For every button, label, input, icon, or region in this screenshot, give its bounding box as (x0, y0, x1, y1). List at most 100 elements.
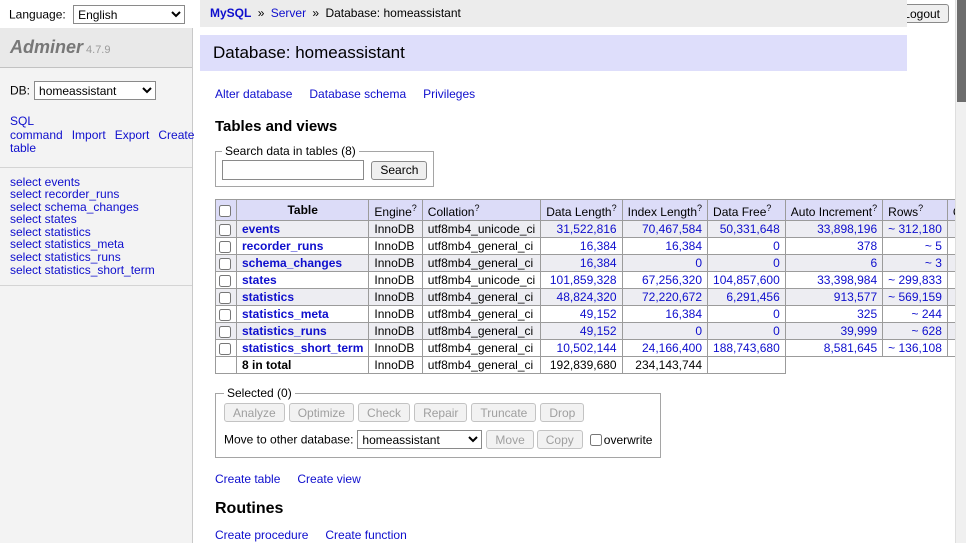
index-length-cell[interactable]: 70,467,584 (622, 221, 707, 238)
data-free-cell[interactable]: 6,291,456 (708, 289, 786, 306)
db-select[interactable]: homeassistant (34, 81, 156, 100)
help-link[interactable]: ? (612, 203, 617, 213)
repair-button[interactable]: Repair (414, 403, 467, 422)
db-action-alter-database[interactable]: Alter database (215, 87, 292, 101)
rows-estimate-cell[interactable]: ~ 312,180 (883, 221, 948, 238)
search-button[interactable]: Search (371, 161, 427, 180)
scrollbar[interactable] (955, 0, 966, 543)
row-checkbox-states[interactable] (219, 275, 231, 287)
auto-increment-cell[interactable]: 8,581,645 (785, 340, 882, 357)
data-length-cell[interactable]: 10,502,144 (541, 340, 622, 357)
index-length-cell[interactable]: 67,256,320 (622, 272, 707, 289)
data-free-cell[interactable]: 0 (708, 323, 786, 340)
index-length-cell[interactable]: 16,384 (622, 306, 707, 323)
drop-button[interactable]: Drop (540, 403, 584, 422)
table-link-statistics-meta[interactable]: statistics_meta (242, 307, 329, 321)
routine-create-function[interactable]: Create function (325, 528, 406, 542)
overwrite-checkbox[interactable] (590, 434, 602, 446)
routine-create-procedure[interactable]: Create procedure (215, 528, 308, 542)
auto-increment-cell[interactable]: 33,898,196 (785, 221, 882, 238)
column-header-rows[interactable]: Rows? (883, 200, 948, 221)
create-create-view[interactable]: Create view (297, 472, 360, 486)
analyze-button[interactable]: Analyze (224, 403, 285, 422)
truncate-button[interactable]: Truncate (471, 403, 536, 422)
row-checkbox-schema-changes[interactable] (219, 258, 231, 270)
optimize-button[interactable]: Optimize (289, 403, 354, 422)
sidebar-select-statistics-runs[interactable]: select statistics_runs (10, 251, 182, 264)
scrollbar-thumb[interactable] (957, 0, 966, 102)
row-checkbox-events[interactable] (219, 224, 231, 236)
index-length-cell[interactable]: 24,166,400 (622, 340, 707, 357)
data-free-cell[interactable]: 50,331,648 (708, 221, 786, 238)
index-length-cell[interactable]: 72,220,672 (622, 289, 707, 306)
auto-increment-cell[interactable]: 6 (785, 255, 882, 272)
auto-increment-cell[interactable]: 39,999 (785, 323, 882, 340)
row-checkbox-statistics-runs[interactable] (219, 326, 231, 338)
table-link-events[interactable]: events (242, 222, 280, 236)
auto-increment-cell[interactable]: 378 (785, 238, 882, 255)
index-length-cell[interactable]: 16,384 (622, 238, 707, 255)
row-checkbox-statistics-meta[interactable] (219, 309, 231, 321)
sidebar-link-sql-command[interactable]: SQL command (10, 114, 63, 142)
data-length-cell[interactable]: 16,384 (541, 255, 622, 272)
table-link-statistics-runs[interactable]: statistics_runs (242, 324, 327, 338)
table-link-states[interactable]: states (242, 273, 277, 287)
move-db-select[interactable]: homeassistant (357, 430, 482, 449)
rows-estimate-cell[interactable]: ~ 3 (883, 255, 948, 272)
row-checkbox-recorder-runs[interactable] (219, 241, 231, 253)
help-link[interactable]: ? (766, 203, 771, 213)
data-free-cell[interactable]: 0 (708, 306, 786, 323)
data-free-cell[interactable]: 0 (708, 238, 786, 255)
data-length-cell[interactable]: 101,859,328 (541, 272, 622, 289)
help-link[interactable]: ? (872, 203, 877, 213)
sidebar-select-statistics-short-term[interactable]: select statistics_short_term (10, 264, 182, 277)
column-header-data-free[interactable]: Data Free? (708, 200, 786, 221)
data-length-cell[interactable]: 49,152 (541, 306, 622, 323)
rows-estimate-cell[interactable]: ~ 569,159 (883, 289, 948, 306)
column-header-index-length[interactable]: Index Length? (622, 200, 707, 221)
sidebar-select-states[interactable]: select states (10, 213, 182, 226)
rows-estimate-cell[interactable]: ~ 299,833 (883, 272, 948, 289)
column-header-auto-increment[interactable]: Auto Increment? (785, 200, 882, 221)
help-link[interactable]: ? (697, 203, 702, 213)
auto-increment-cell[interactable]: 325 (785, 306, 882, 323)
table-link-statistics[interactable]: statistics (242, 290, 294, 304)
data-length-cell[interactable]: 16,384 (541, 238, 622, 255)
table-link-schema-changes[interactable]: schema_changes (242, 256, 342, 270)
db-action-privileges[interactable]: Privileges (423, 87, 475, 101)
brand-name[interactable]: Adminer (10, 37, 83, 57)
rows-estimate-cell[interactable]: ~ 244 (883, 306, 948, 323)
rows-estimate-cell[interactable]: ~ 5 (883, 238, 948, 255)
data-length-cell[interactable]: 31,522,816 (541, 221, 622, 238)
select-all-checkbox[interactable] (219, 205, 231, 217)
breadcrumb-server[interactable]: Server (271, 6, 306, 20)
create-create-table[interactable]: Create table (215, 472, 280, 486)
help-link[interactable]: ? (474, 203, 479, 213)
data-length-cell[interactable]: 48,824,320 (541, 289, 622, 306)
column-header-data-length[interactable]: Data Length? (541, 200, 622, 221)
breadcrumb-mysql[interactable]: MySQL (210, 6, 251, 20)
move-button[interactable]: Move (486, 430, 533, 449)
check-button[interactable]: Check (358, 403, 410, 422)
index-length-cell[interactable]: 0 (622, 323, 707, 340)
rows-estimate-cell[interactable]: ~ 628 (883, 323, 948, 340)
data-free-cell[interactable]: 104,857,600 (708, 272, 786, 289)
table-link-statistics-short-term[interactable]: statistics_short_term (242, 341, 363, 355)
data-free-cell[interactable]: 188,743,680 (708, 340, 786, 357)
data-length-cell[interactable]: 49,152 (541, 323, 622, 340)
copy-button[interactable]: Copy (537, 430, 583, 449)
help-link[interactable]: ? (412, 203, 417, 213)
sidebar-link-import[interactable]: Import (72, 128, 106, 142)
auto-increment-cell[interactable]: 33,398,984 (785, 272, 882, 289)
data-free-cell[interactable]: 0 (708, 255, 786, 272)
overwrite-toggle[interactable]: overwrite (590, 433, 653, 447)
sidebar-link-export[interactable]: Export (115, 128, 150, 142)
search-input[interactable] (222, 160, 364, 180)
index-length-cell[interactable]: 0 (622, 255, 707, 272)
db-action-database-schema[interactable]: Database schema (309, 87, 406, 101)
help-link[interactable]: ? (918, 203, 923, 213)
rows-estimate-cell[interactable]: ~ 136,108 (883, 340, 948, 357)
row-checkbox-statistics-short-term[interactable] (219, 343, 231, 355)
table-link-recorder-runs[interactable]: recorder_runs (242, 239, 323, 253)
column-header-collation[interactable]: Collation? (422, 200, 540, 221)
